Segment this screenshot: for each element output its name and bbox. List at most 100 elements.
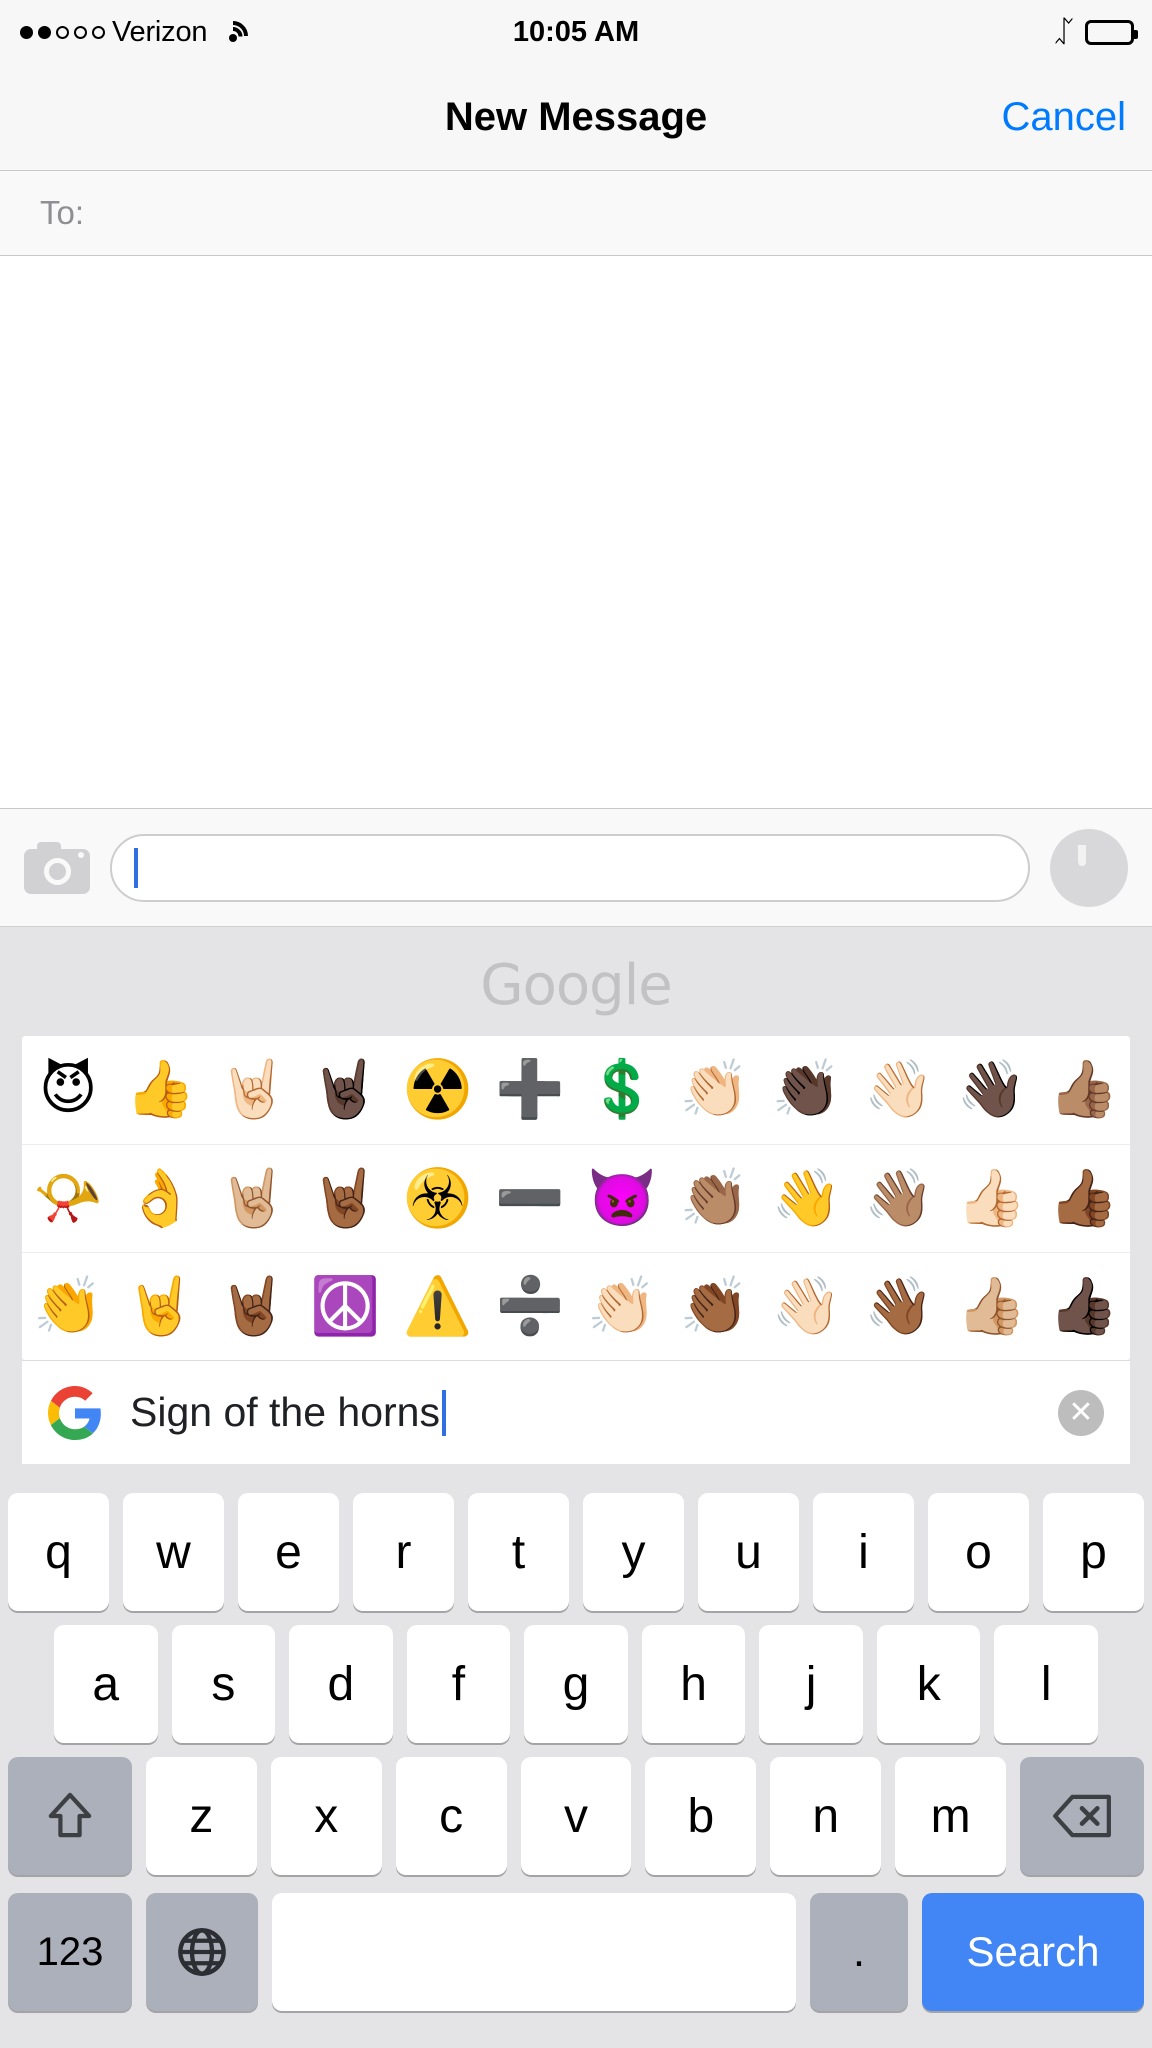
recipient-label: To: <box>40 194 85 231</box>
peace-symbol-emoji[interactable]: ☮️ <box>299 1278 391 1335</box>
sign-of-the-horns-light-emoji[interactable]: 🤘🏻 <box>207 1062 299 1118</box>
key-l[interactable]: l <box>994 1625 1099 1743</box>
message-input[interactable] <box>110 833 1030 902</box>
cancel-button[interactable]: Cancel <box>1001 95 1126 140</box>
thumbs-up-dark-emoji[interactable]: 👍🏿 <box>1038 1278 1130 1335</box>
thumbs-up-medium-light-emoji[interactable]: 👍🏼 <box>945 1278 1037 1335</box>
clapping-hands-light-emoji[interactable]: 👏🏻 <box>668 1062 760 1118</box>
key-e[interactable]: e <box>238 1493 339 1611</box>
key-m[interactable]: m <box>895 1757 1007 1875</box>
waving-hand-light-emoji[interactable]: 👋🏻 <box>853 1062 945 1118</box>
sign-of-the-horns-dark-emoji[interactable]: 🤘🏿 <box>299 1062 391 1118</box>
thumbs-up-medium-emoji[interactable]: 👍🏽 <box>1038 1062 1130 1118</box>
search-text-cursor <box>441 1389 446 1436</box>
page-title: New Message <box>444 94 708 139</box>
key-q[interactable]: q <box>8 1493 109 1611</box>
emoji-search-input[interactable]: Sign of the horns <box>130 1389 1058 1436</box>
sign-of-the-horns-emoji[interactable]: 🤘 <box>114 1278 206 1335</box>
recipient-field[interactable]: To: <box>0 171 1152 256</box>
compose-bar <box>0 809 1152 927</box>
warning-sign-emoji[interactable]: ⚠️ <box>391 1278 483 1335</box>
status-bar-right: ᛢ <box>1055 15 1138 48</box>
keyboard-row-2: asdfghjkl <box>0 1618 1152 1750</box>
key-w[interactable]: w <box>123 1493 224 1611</box>
emoji-row: 📯 👌 🤘🏼 🤘🏾 ☣️ ➖ 👿 👏🏽 👋 👋🏽 👍🏻 👍🏾 <box>22 1144 1130 1252</box>
text-cursor <box>134 847 138 888</box>
phone-screen: Verizon 10:05 AM ᛢ New Message Cancel To… <box>0 0 1152 2048</box>
emoji-search-bar[interactable]: Sign of the horns ✕ <box>22 1360 1130 1464</box>
key-t[interactable]: t <box>468 1493 569 1611</box>
keyboard-row-1: qwertyuiop <box>0 1486 1152 1618</box>
clapping-hands-light-2-emoji[interactable]: 👏🏻 <box>576 1278 668 1335</box>
postal-horn-emoji[interactable]: 📯 <box>22 1170 114 1227</box>
battery-icon <box>1085 19 1138 45</box>
key-a[interactable]: a <box>53 1625 158 1743</box>
camera-icon[interactable] <box>24 841 90 894</box>
thumbs-up-emoji[interactable]: 👍 <box>114 1062 206 1118</box>
key-k[interactable]: k <box>876 1625 981 1743</box>
search-key[interactable]: Search <box>922 1893 1144 2011</box>
space-key[interactable] <box>272 1893 796 2011</box>
numbers-key[interactable]: 123 <box>8 1893 132 2011</box>
minus-sign-emoji[interactable]: ➖ <box>484 1170 576 1227</box>
sign-of-the-horns-medium-dark-emoji[interactable]: 🤘🏾 <box>299 1170 391 1227</box>
shift-key[interactable] <box>8 1757 132 1875</box>
waving-hand-dark-emoji[interactable]: 👋🏿 <box>945 1062 1037 1118</box>
biohazard-emoji[interactable]: ☣️ <box>391 1170 483 1227</box>
google-watermark-label: Google <box>480 953 672 1018</box>
status-bar-clock: 10:05 AM <box>512 15 640 48</box>
waving-hand-light-2-emoji[interactable]: 👋🏻 <box>761 1278 853 1335</box>
bluetooth-icon: ᛢ <box>1055 15 1073 48</box>
key-n[interactable]: n <box>770 1757 882 1875</box>
emoji-results-panel: 😈 👍 🤘🏻 🤘🏿 ☢️ ➕ 💲 👏🏻 👏🏿 👋🏻 👋🏿 👍🏽 📯 👌 🤘🏼 🤘🏾 ☣️ ➖ 👿 👏🏽 👋 👋🏽 👍🏻 👍🏾… <box>22 1036 1130 1360</box>
key-b[interactable]: b <box>645 1757 757 1875</box>
key-p[interactable]: p <box>1043 1493 1144 1611</box>
emoji-row: 👏 🤘 🤘🏾 ☮️ ⚠️ ➗ 👏🏻 👏🏾 👋🏻 👋🏾 👍🏼 👍🏿 <box>22 1252 1130 1360</box>
key-f[interactable]: f <box>406 1625 511 1743</box>
period-key[interactable]: . <box>810 1893 908 2011</box>
key-c[interactable]: c <box>395 1757 507 1875</box>
clapping-hands-dark-emoji[interactable]: 👏🏿 <box>761 1062 853 1118</box>
key-s[interactable]: s <box>171 1625 276 1743</box>
sign-of-the-horns-medium-light-emoji[interactable]: 🤘🏼 <box>207 1170 299 1227</box>
waving-hand-medium-emoji[interactable]: 👋🏽 <box>853 1170 945 1227</box>
clapping-hands-emoji[interactable]: 👏 <box>22 1278 114 1335</box>
google-watermark: Google <box>0 927 1152 1036</box>
keyboard-row-3: z x c v b n m <box>0 1750 1152 1882</box>
navigation-bar: New Message Cancel <box>0 64 1152 171</box>
smiling-face-with-horns-emoji[interactable]: 😈 <box>22 1062 114 1118</box>
sign-of-the-horns-medium-dark-2-emoji[interactable]: 🤘🏾 <box>207 1278 299 1335</box>
key-r[interactable]: r <box>353 1493 454 1611</box>
conversation-area <box>0 256 1152 809</box>
key-h[interactable]: h <box>641 1625 746 1743</box>
angry-face-with-horns-emoji[interactable]: 👿 <box>576 1170 668 1227</box>
key-x[interactable]: x <box>270 1757 382 1875</box>
key-z[interactable]: z <box>146 1757 257 1875</box>
ok-hand-emoji[interactable]: 👌 <box>114 1170 206 1227</box>
thumbs-up-light-emoji[interactable]: 👍🏻 <box>945 1170 1037 1227</box>
thumbs-up-medium-dark-emoji[interactable]: 👍🏾 <box>1038 1170 1130 1227</box>
google-g-icon <box>48 1385 102 1440</box>
emoji-search-query: Sign of the horns <box>130 1389 440 1435</box>
key-v[interactable]: v <box>520 1757 632 1875</box>
clapping-hands-medium-emoji[interactable]: 👏🏽 <box>668 1170 760 1227</box>
microphone-icon[interactable] <box>1050 828 1128 907</box>
radioactive-emoji[interactable]: ☢️ <box>391 1062 483 1118</box>
division-sign-emoji[interactable]: ➗ <box>484 1278 576 1335</box>
clapping-hands-medium-dark-emoji[interactable]: 👏🏾 <box>668 1278 760 1335</box>
keyboard-bottom-inset <box>0 2022 1152 2048</box>
key-d[interactable]: d <box>289 1625 393 1743</box>
key-o[interactable]: o <box>928 1493 1029 1611</box>
key-y[interactable]: y <box>583 1493 684 1611</box>
waving-hand-medium-dark-emoji[interactable]: 👋🏾 <box>853 1278 945 1335</box>
plus-sign-emoji[interactable]: ➕ <box>484 1062 576 1118</box>
waving-hand-emoji[interactable]: 👋 <box>761 1170 853 1227</box>
dollar-sign-emoji[interactable]: 💲 <box>576 1062 668 1118</box>
backspace-key[interactable] <box>1020 1757 1145 1875</box>
key-g[interactable]: g <box>524 1625 628 1743</box>
key-u[interactable]: u <box>698 1493 799 1611</box>
key-i[interactable]: i <box>813 1493 914 1611</box>
globe-icon[interactable] <box>146 1893 258 2011</box>
clear-icon[interactable]: ✕ <box>1058 1389 1104 1436</box>
key-j[interactable]: j <box>759 1625 863 1743</box>
